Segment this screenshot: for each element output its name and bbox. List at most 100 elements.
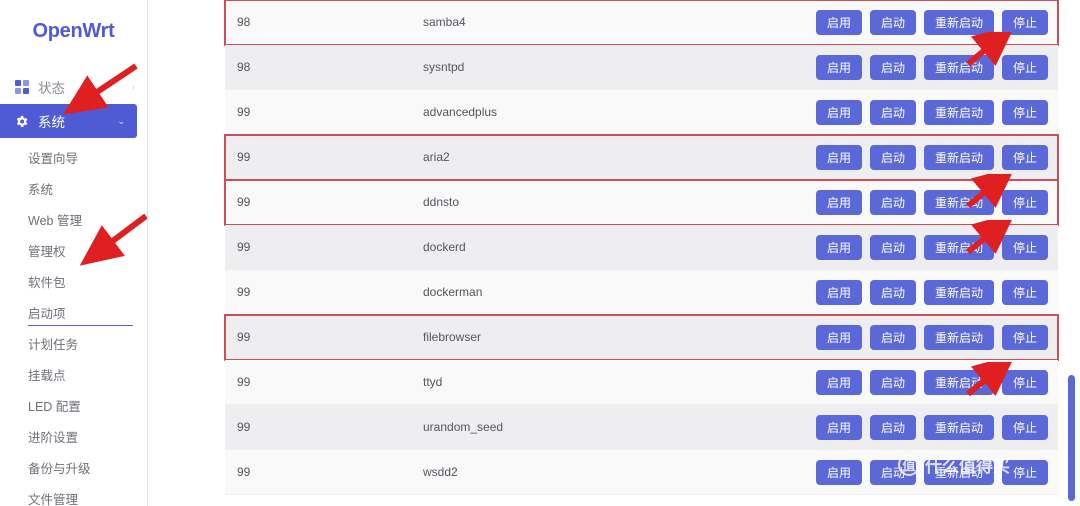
stop-button[interactable]: 停止 xyxy=(1001,414,1048,440)
sidebar-item-web-admin[interactable]: Web 管理 xyxy=(0,204,147,235)
sidebar-item-mount-points[interactable]: 挂载点 xyxy=(0,359,147,390)
stop-button[interactable]: 停止 xyxy=(1001,99,1048,125)
start-button[interactable]: 启动 xyxy=(869,414,916,440)
grid-icon xyxy=(14,80,29,95)
start-button[interactable]: 启动 xyxy=(869,234,916,260)
table-row[interactable]: 99 filebrowser 启用 启动 重新启动 停止 xyxy=(224,314,1059,361)
sidebar-item-file-manager[interactable]: 文件管理 xyxy=(0,483,147,506)
sidebar-subitem-label: 启动项 xyxy=(28,307,66,321)
sidebar-item-led-config[interactable]: LED 配置 xyxy=(0,390,147,421)
table-row[interactable]: 98 sysntpd 启用 启动 重新启动 停止 xyxy=(225,45,1058,90)
start-button[interactable]: 启动 xyxy=(869,279,916,305)
start-button[interactable]: 启动 xyxy=(869,459,916,485)
stop-button[interactable]: 停止 xyxy=(1001,324,1048,350)
sidebar-item-system[interactable]: 系统 xyxy=(0,173,147,204)
restart-button[interactable]: 重新启动 xyxy=(923,144,994,170)
enable-button[interactable]: 启用 xyxy=(815,9,862,35)
start-button[interactable]: 启动 xyxy=(869,99,916,125)
restart-button[interactable]: 重新启动 xyxy=(923,189,994,215)
row-actions: 启用 启动 重新启动 停止 xyxy=(815,414,1058,440)
table-row[interactable]: 99 ddnsto 启用 启动 重新启动 停止 xyxy=(224,179,1059,226)
row-actions: 启用 启动 重新启动 停止 xyxy=(815,369,1058,395)
restart-button[interactable]: 重新启动 xyxy=(923,279,994,305)
stop-button[interactable]: 停止 xyxy=(1001,189,1048,215)
sidebar-item-backup-upgrade[interactable]: 备份与升级 xyxy=(0,452,147,483)
page-scrollbar-track[interactable] xyxy=(1068,0,1078,506)
gear-icon xyxy=(14,114,29,129)
table-row[interactable]: 99 wsdd2 启用 启动 重新启动 停止 xyxy=(225,450,1058,495)
row-priority: 99 xyxy=(237,240,251,254)
restart-button[interactable]: 重新启动 xyxy=(923,324,994,350)
brand-name: OpenWrt xyxy=(32,19,115,42)
sidebar-item-setup-wizard[interactable]: 设置向导 xyxy=(0,142,147,173)
sidebar-item-status[interactable]: 状态 › xyxy=(0,70,147,104)
table-row[interactable]: 99 dockerd 启用 启动 重新启动 停止 xyxy=(225,225,1058,270)
sidebar-subitem-label: 挂载点 xyxy=(28,369,66,383)
sidebar-primary-nav: 状态 › 系统 ⌄ xyxy=(0,70,147,138)
sidebar-subitem-label: 备份与升级 xyxy=(28,462,91,476)
enable-button[interactable]: 启用 xyxy=(815,369,862,395)
sidebar: OpenWrt 状态 › 系统 ⌄ 设置向导 系统 Web 管理 管理权 软件包… xyxy=(0,0,148,506)
stop-button[interactable]: 停止 xyxy=(1001,369,1048,395)
page-scrollbar-thumb[interactable] xyxy=(1068,375,1075,501)
row-actions: 启用 启动 重新启动 停止 xyxy=(815,279,1058,305)
row-priority: 99 xyxy=(237,420,251,434)
restart-button[interactable]: 重新启动 xyxy=(923,9,994,35)
stop-button[interactable]: 停止 xyxy=(1001,279,1048,305)
sidebar-item-admin-rights[interactable]: 管理权 xyxy=(0,235,147,266)
restart-button[interactable]: 重新启动 xyxy=(923,369,994,395)
enable-button[interactable]: 启用 xyxy=(815,54,862,80)
restart-button[interactable]: 重新启动 xyxy=(923,99,994,125)
enable-button[interactable]: 启用 xyxy=(815,324,862,350)
sidebar-item-advanced-settings[interactable]: 进阶设置 xyxy=(0,421,147,452)
restart-button[interactable]: 重新启动 xyxy=(923,414,994,440)
enable-button[interactable]: 启用 xyxy=(815,279,862,305)
row-priority: 99 xyxy=(237,375,251,389)
sidebar-item-startup[interactable]: 启动项 xyxy=(0,297,147,328)
enable-button[interactable]: 启用 xyxy=(815,459,862,485)
sidebar-item-system-label: 系统 xyxy=(38,115,65,130)
start-button[interactable]: 启动 xyxy=(869,324,916,350)
stop-button[interactable]: 停止 xyxy=(1001,459,1048,485)
start-button[interactable]: 启动 xyxy=(869,54,916,80)
sidebar-item-scheduled-tasks[interactable]: 计划任务 xyxy=(0,328,147,359)
sidebar-subitem-label: 进阶设置 xyxy=(28,431,79,445)
start-button[interactable]: 启动 xyxy=(869,144,916,170)
stop-button[interactable]: 停止 xyxy=(1001,144,1048,170)
table-row[interactable]: 99 dockerman 启用 启动 重新启动 停止 xyxy=(225,270,1058,315)
stop-button[interactable]: 停止 xyxy=(1001,234,1048,260)
enable-button[interactable]: 启用 xyxy=(815,414,862,440)
row-service-name: dockerd xyxy=(423,240,466,254)
enable-button[interactable]: 启用 xyxy=(815,99,862,125)
enable-button[interactable]: 启用 xyxy=(815,144,862,170)
row-service-name: urandom_seed xyxy=(423,420,504,434)
start-button[interactable]: 启动 xyxy=(869,9,916,35)
table-row[interactable]: 99 urandom_seed 启用 启动 重新启动 停止 xyxy=(225,405,1058,450)
sidebar-subitem-label: Web 管理 xyxy=(28,214,82,228)
restart-button[interactable]: 重新启动 xyxy=(923,459,994,485)
openwrt-luci-page: OpenWrt 状态 › 系统 ⌄ 设置向导 系统 Web 管理 管理权 软件包… xyxy=(0,0,1080,506)
table-row[interactable]: 99 advancedplus 启用 启动 重新启动 停止 xyxy=(225,90,1058,135)
row-priority: 99 xyxy=(237,195,251,209)
row-service-name: ttyd xyxy=(423,375,443,389)
sidebar-item-packages[interactable]: 软件包 xyxy=(0,266,147,297)
sidebar-system-submenu: 设置向导 系统 Web 管理 管理权 软件包 启动项 计划任务 挂载点 LED … xyxy=(0,142,147,506)
row-actions: 启用 启动 重新启动 停止 xyxy=(815,144,1058,170)
chevron-down-icon: ⌄ xyxy=(117,115,125,126)
enable-button[interactable]: 启用 xyxy=(815,189,862,215)
brand-logo[interactable]: OpenWrt xyxy=(0,0,147,62)
start-button[interactable]: 启动 xyxy=(869,369,916,395)
restart-button[interactable]: 重新启动 xyxy=(923,234,994,260)
row-service-name: samba4 xyxy=(423,15,466,29)
sidebar-item-system[interactable]: 系统 ⌄ xyxy=(0,104,137,138)
table-row[interactable]: 99 ttyd 启用 启动 重新启动 停止 xyxy=(225,360,1058,405)
enable-button[interactable]: 启用 xyxy=(815,234,862,260)
row-priority: 99 xyxy=(237,105,251,119)
table-row[interactable]: 98 samba4 启用 启动 重新启动 停止 xyxy=(224,0,1059,46)
restart-button[interactable]: 重新启动 xyxy=(923,54,994,80)
start-button[interactable]: 启动 xyxy=(869,189,916,215)
stop-button[interactable]: 停止 xyxy=(1001,9,1048,35)
row-actions: 启用 启动 重新启动 停止 xyxy=(815,189,1058,215)
table-row[interactable]: 99 aria2 启用 启动 重新启动 停止 xyxy=(224,134,1059,181)
stop-button[interactable]: 停止 xyxy=(1001,54,1048,80)
